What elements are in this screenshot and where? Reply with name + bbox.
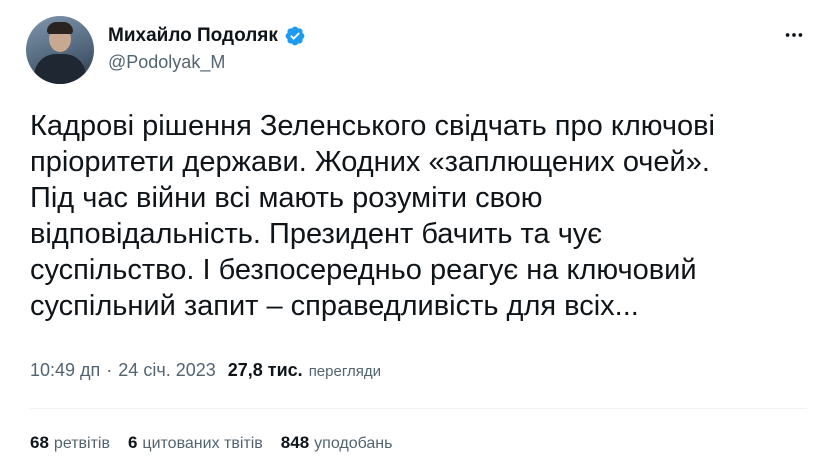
quotes-label: цитованих твітів <box>142 435 263 452</box>
more-options-icon[interactable] <box>781 22 807 48</box>
likes-stat[interactable]: 848 уподобань <box>281 433 393 453</box>
author-handle[interactable]: @Podolyak_M <box>108 52 225 73</box>
likes-count: 848 <box>280 433 310 452</box>
avatar[interactable] <box>26 16 94 84</box>
verified-badge-icon <box>284 25 306 47</box>
tweet-text-line: Кадрові рішення Зеленського свідчать про… <box>30 110 715 142</box>
retweets-count: 68 <box>30 433 49 452</box>
avatar-body-shape <box>34 54 86 84</box>
views-label: перегляди <box>308 363 381 380</box>
tweet-meta: 10:49 дп · 24 січ. 2023 27,8 тис. перегл… <box>30 360 381 381</box>
likes-label: уподобань <box>314 435 393 452</box>
retweets-stat[interactable]: 68 ретвітів <box>30 433 110 453</box>
author-name-row: Михайло Подоляк <box>108 25 306 47</box>
retweets-label: ретвітів <box>53 435 110 452</box>
quotes-count: 6 <box>127 433 138 452</box>
meta-separator: · <box>106 360 113 380</box>
avatar-hair-shape <box>47 22 73 34</box>
tweet-text-line: суспільство. І безпосередньо реагує на к… <box>30 254 697 286</box>
quotes-stat[interactable]: 6 цитованих твітів <box>128 433 263 453</box>
tweet-text: Кадрові рішення Зеленського свідчать про… <box>30 108 810 324</box>
engagement-stats: 68 ретвітів 6 цитованих твітів 848 уподо… <box>30 433 392 453</box>
tweet-time[interactable]: 10:49 дп <box>30 360 100 381</box>
tweet-date[interactable]: 24 січ. 2023 <box>118 360 215 381</box>
author-name[interactable]: Михайло Подоляк <box>108 25 278 47</box>
tweet-text-line: відповідальність. Президент бачить та чу… <box>30 218 603 250</box>
tweet-text-line: суспільний запит – справедливість для вс… <box>30 290 639 322</box>
tweet-text-line: Під час війни всі мають розуміти свою <box>30 182 543 214</box>
views-count[interactable]: 27,8 тис. <box>228 360 303 381</box>
divider <box>30 408 807 409</box>
tweet-text-line: пріоритети держави. Жодних «заплющених о… <box>30 146 710 178</box>
